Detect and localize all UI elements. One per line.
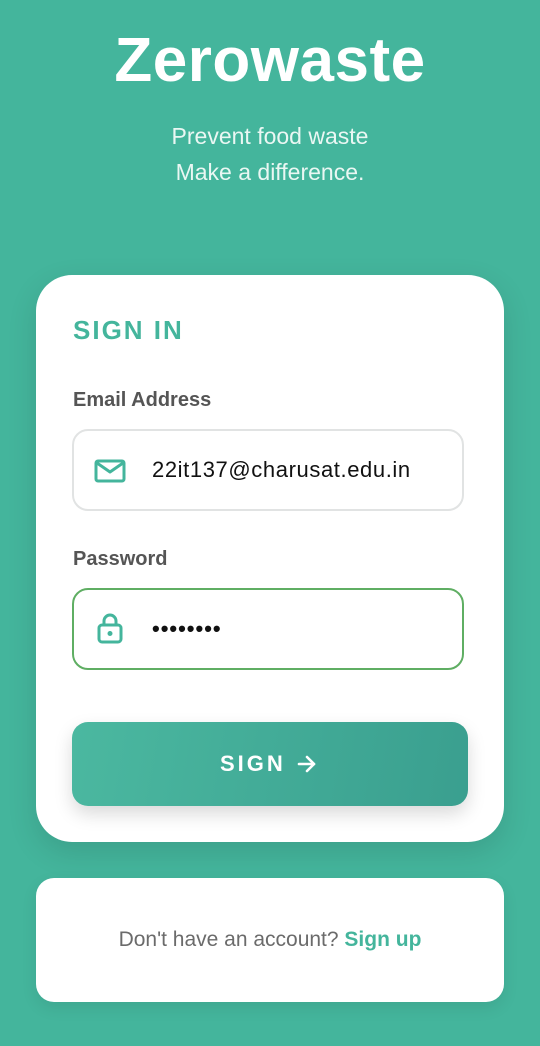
password-field[interactable]: •••••••• [72, 588, 464, 670]
password-label: Password [73, 548, 168, 570]
email-value[interactable]: 22it137@charusat.edu.in [152, 431, 411, 509]
email-field[interactable]: 22it137@charusat.edu.in [72, 429, 464, 511]
password-value[interactable]: •••••••• [152, 590, 222, 668]
sign-button-label: SIGN [220, 751, 286, 776]
signup-prompt: Don't have an account? [118, 928, 339, 951]
tagline-line-2: Make a difference. [175, 159, 365, 185]
arrow-right-icon [297, 755, 316, 773]
lock-icon [97, 613, 123, 644]
signup-prompt-line: Don't have an account? Sign up [36, 878, 504, 1002]
tagline-line-1: Prevent food waste [171, 123, 369, 149]
app-title: Zerowaste [114, 26, 426, 95]
signup-card: Don't have an account? Sign up [36, 878, 504, 1002]
mail-icon [94, 459, 126, 483]
email-label: Email Address [73, 389, 212, 411]
sign-button[interactable]: SIGN [72, 722, 468, 806]
signin-heading: SIGN IN [73, 315, 184, 345]
signin-card: SIGN IN Email Address 22it137@charusat.e… [36, 275, 504, 842]
signup-link[interactable]: Sign up [344, 928, 421, 951]
